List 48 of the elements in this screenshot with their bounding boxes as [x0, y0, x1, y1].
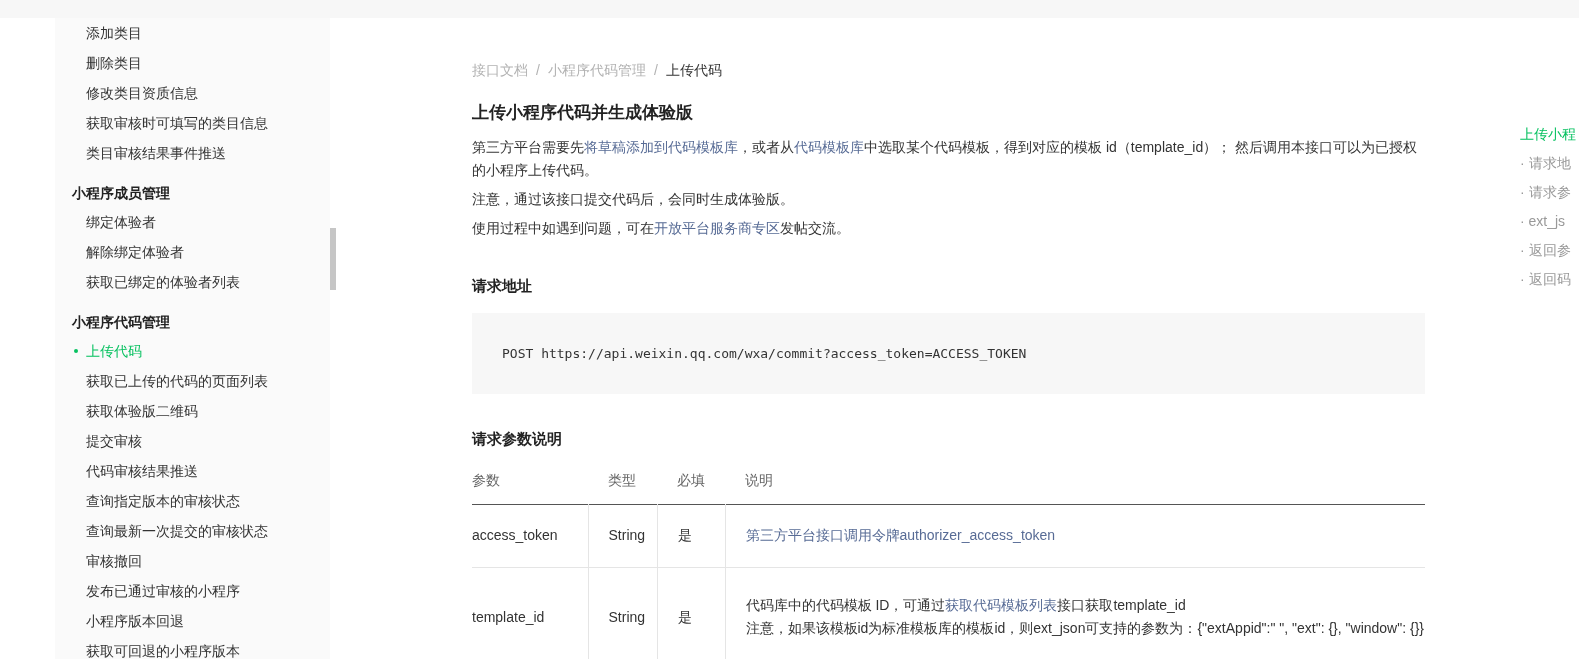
sidebar-item[interactable]: 获取可回退的小程序版本	[86, 640, 240, 659]
link[interactable]: 开放平台服务商专区	[654, 220, 780, 236]
description-text: 注意，如果该模板id为标准模板库的模板id，则ext_json可支持的参数为：{"extAppid":" ", "ext": {}, "window": {}}	[745, 619, 1425, 638]
breadcrumb-separator: /	[536, 60, 540, 80]
sidebar-item[interactable]: 获取已上传的代码的页面列表	[86, 370, 268, 392]
sidebar-item[interactable]: 小程序版本回退	[86, 610, 184, 632]
link[interactable]: 第三方平台接口调用令牌authorizer_access_token	[745, 527, 1056, 543]
paragraph: 注意，通过该接口提交代码后，会同时生成体验版。	[472, 190, 795, 209]
page-title: 上传小程序代码并生成体验版	[472, 102, 694, 124]
table-cell: 是	[657, 504, 725, 567]
table-cell: String	[588, 504, 657, 567]
column-header: 说明	[725, 470, 1425, 504]
column-header: 必填	[657, 470, 725, 504]
table-cell: access_token	[472, 504, 588, 567]
sidebar-item[interactable]: 提交审核	[86, 430, 142, 452]
sidebar-item[interactable]: 绑定体验者	[86, 211, 156, 233]
sidebar-item[interactable]: 审核撤回	[86, 550, 142, 572]
column-header: 参数	[472, 470, 588, 504]
section-heading: 请求参数说明	[472, 429, 563, 449]
paragraph: 使用过程中如遇到问题，可在开放平台服务商专区发帖交流。	[472, 219, 851, 238]
sidebar-item[interactable]: 修改类目资质信息	[86, 82, 198, 104]
link[interactable]: 代码模板库	[794, 139, 864, 155]
sidebar-item[interactable]: 查询最新一次提交的审核状态	[86, 520, 268, 542]
description-text: 代码库中的代码模板 ID，可通过获取代码模板列表接口获取template_id	[745, 596, 1187, 615]
scrollbar-thumb[interactable]	[330, 228, 336, 290]
sidebar-item[interactable]: 查询指定版本的审核状态	[86, 490, 240, 512]
sidebar-item[interactable]: 获取审核时可填写的类目信息	[86, 112, 268, 134]
sidebar-item[interactable]: 发布已通过审核的小程序	[86, 580, 240, 602]
link[interactable]: 获取代码模板列表	[945, 597, 1058, 613]
sidebar-group-title: 小程序代码管理	[71, 313, 171, 332]
sidebar-item[interactable]: 获取体验版二维码	[86, 400, 198, 422]
sidebar-item[interactable]: 解除绑定体验者	[86, 241, 184, 263]
sidebar-item[interactable]: 类目审核结果事件推送	[86, 142, 226, 164]
sidebar-item[interactable]: 获取已绑定的体验者列表	[86, 271, 240, 293]
link[interactable]: 将草稿添加到代码模板库	[584, 139, 738, 155]
code-block: POST https://api.weixin.qq.com/wxa/commit?access_token=ACCESS_TOKEN	[472, 313, 1425, 394]
sidebar-item[interactable]: 添加类目	[86, 22, 142, 44]
table-cell: template_id	[472, 567, 588, 659]
table-cell: String	[588, 567, 657, 659]
table-cell: 是	[657, 567, 725, 659]
sidebar-item[interactable]: 代码审核结果推送	[86, 460, 198, 482]
section-heading: 请求地址	[472, 276, 533, 296]
sidebar-group-title: 小程序成员管理	[71, 184, 171, 203]
paragraph: 第三方平台需要先将草稿添加到代码模板库，或者从代码模板库中选取某个代码模板，得到对应的模板 id（template_id）； 然后调用本接口可以为已授权的小程序上传代码。	[472, 138, 1419, 180]
breadcrumb-link[interactable]: 上传代码	[665, 59, 722, 81]
breadcrumb-separator: /	[653, 60, 658, 80]
sidebar-item[interactable]: 删除类目	[86, 52, 142, 74]
column-header: 类型	[588, 470, 657, 504]
